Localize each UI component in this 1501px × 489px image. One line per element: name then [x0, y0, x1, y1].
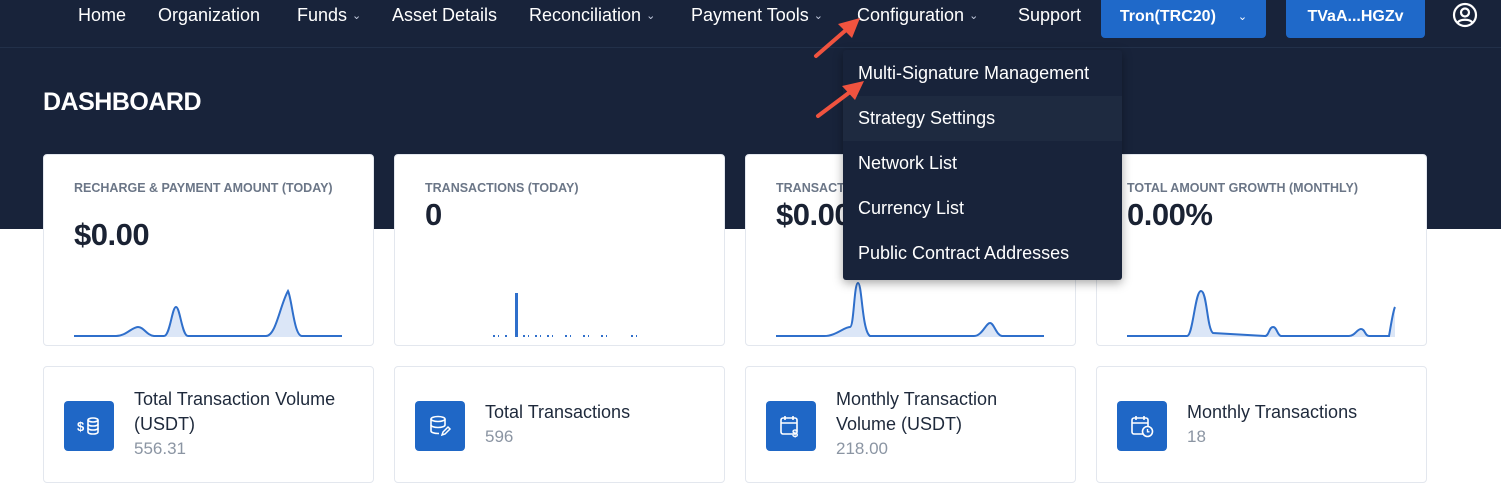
info-value: 18 — [1187, 427, 1206, 446]
calendar-dollar-icon: $ — [766, 401, 816, 451]
stat-value: 0.00% — [1127, 197, 1213, 232]
chevron-down-icon: ⌄ — [646, 10, 656, 22]
info-card-total-transactions: Total Transactions 596 — [394, 366, 725, 483]
menu-item-network-list[interactable]: Network List — [843, 141, 1122, 186]
info-title: Monthly Transaction Volume (USDT) — [836, 389, 998, 434]
stat-card-transactions-today: TRANSACTIONS (TODAY) 0 — [394, 154, 725, 346]
nav-reconciliation[interactable]: Reconciliation ⌄ — [529, 4, 655, 26]
menu-item-multi-signature-management[interactable]: Multi-Signature Management — [843, 51, 1122, 96]
chevron-down-icon: ⌄ — [813, 10, 823, 22]
nav-asset-details[interactable]: Asset Details — [392, 4, 497, 26]
stat-card-recharge-payment: RECHARGE & PAYMENT AMOUNT (TODAY) $0.00 — [43, 154, 374, 346]
menu-item-strategy-settings[interactable]: Strategy Settings — [843, 96, 1122, 141]
stat-label: RECHARGE & PAYMENT AMOUNT (TODAY) — [74, 181, 333, 195]
stat-card-total-amount-growth: TOTAL AMOUNT GROWTH (MONTHLY) 0.00% — [1096, 154, 1427, 346]
stat-value: $0.00 — [74, 217, 150, 252]
info-value: 596 — [485, 427, 514, 446]
configuration-dropdown-menu: Multi-Signature Management Strategy Sett… — [843, 50, 1122, 280]
nav-configuration[interactable]: Configuration ⌄ — [857, 4, 978, 26]
stat-label: TOTAL AMOUNT GROWTH (MONTHLY) — [1127, 181, 1358, 195]
coins-dollar-icon: $ — [64, 401, 114, 451]
stat-value: $0.00 — [776, 197, 852, 232]
stat-label: TRANSACTIONS (TODAY) — [425, 181, 579, 195]
wallet-address-button[interactable]: TVaA...HGZv — [1286, 0, 1425, 38]
top-navbar: Home Organization Funds ⌄ Asset Details R… — [0, 0, 1501, 48]
svg-text:$: $ — [77, 419, 85, 434]
sparkline-chart — [74, 288, 342, 337]
info-title: Monthly Transactions — [1187, 402, 1358, 422]
nav-funds[interactable]: Funds ⌄ — [297, 4, 361, 26]
info-card-total-volume: $ Total Transaction Volume (USDT) 556.31 — [43, 366, 374, 483]
menu-item-currency-list[interactable]: Currency List — [843, 186, 1122, 231]
chevron-down-icon: ⌄ — [969, 10, 979, 22]
info-title: Total Transaction Volume (USDT) — [134, 389, 336, 434]
chevron-down-icon: ⌄ — [352, 10, 362, 22]
nav-home[interactable]: Home — [78, 4, 126, 26]
menu-item-public-contract-addresses[interactable]: Public Contract Addresses — [843, 231, 1122, 276]
info-value: 556.31 — [134, 439, 186, 458]
stat-value: 0 — [425, 197, 442, 232]
info-value: 218.00 — [836, 439, 888, 458]
database-edit-icon — [415, 401, 465, 451]
page-title: DASHBOARD — [43, 88, 202, 116]
nav-support[interactable]: Support — [1018, 4, 1081, 26]
sparkline-chart — [493, 293, 637, 337]
network-select-button[interactable]: Tron(TRC20) ⌄ — [1101, 0, 1266, 38]
info-title: Total Transactions — [485, 402, 631, 422]
chevron-down-icon: ⌄ — [1237, 11, 1248, 23]
calendar-clock-icon — [1117, 401, 1167, 451]
user-circle-icon[interactable] — [1452, 2, 1478, 28]
nav-payment-tools[interactable]: Payment Tools ⌄ — [691, 4, 823, 26]
info-card-monthly-transactions: Monthly Transactions 18 — [1096, 366, 1427, 483]
nav-organization[interactable]: Organization — [158, 4, 260, 26]
sparkline-chart — [1127, 289, 1396, 338]
svg-text:$: $ — [792, 428, 798, 438]
info-card-monthly-volume: $ Monthly Transaction Volume (USDT) 218.… — [745, 366, 1076, 483]
